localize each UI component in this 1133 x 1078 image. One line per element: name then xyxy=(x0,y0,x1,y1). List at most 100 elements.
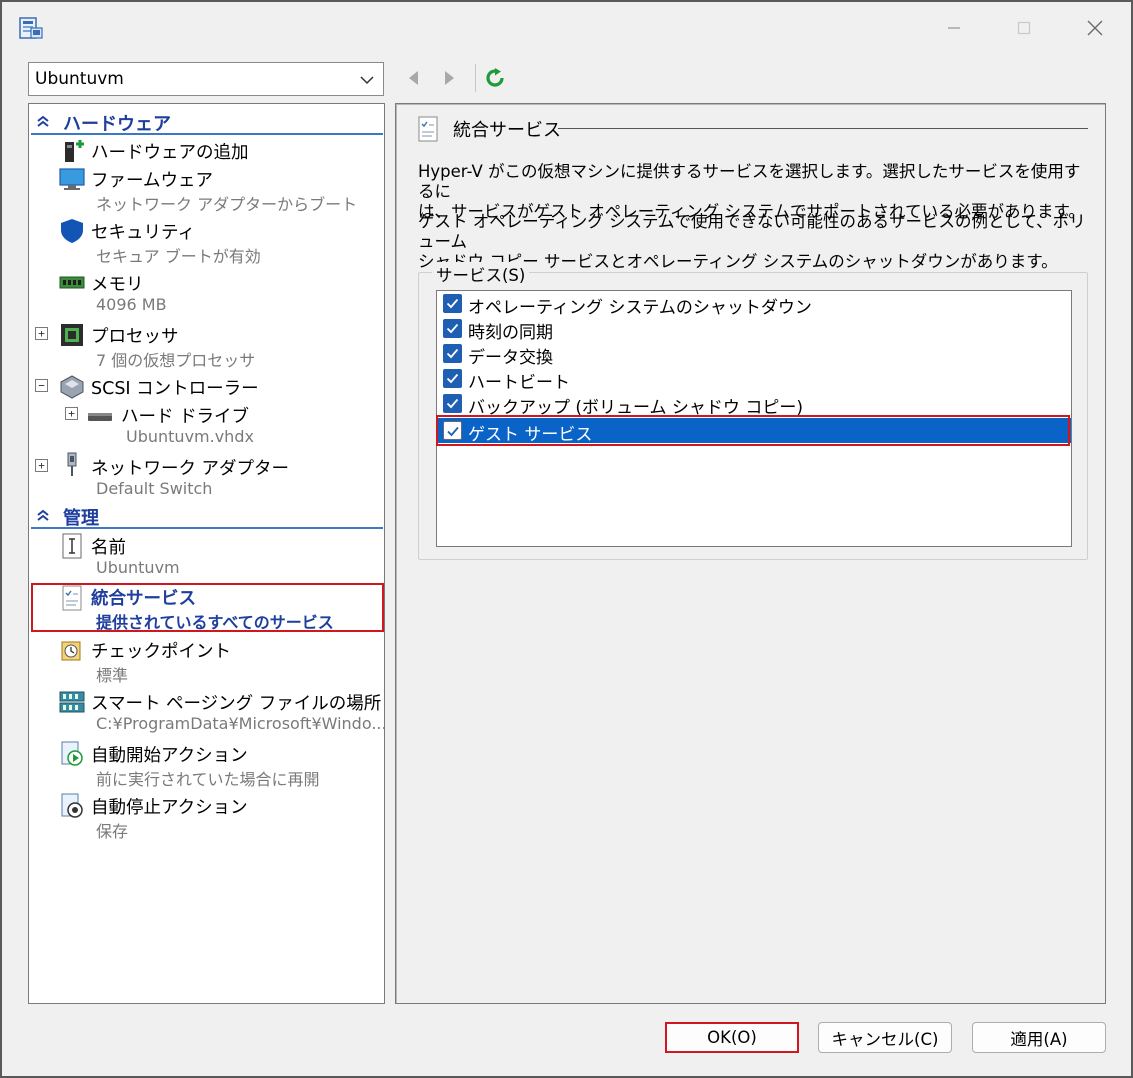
cancel-button[interactable]: キャンセル(C) xyxy=(818,1022,952,1053)
refresh-button[interactable] xyxy=(482,64,508,92)
tree-item-smart-paging[interactable]: スマート ページング ファイルの場所 C:¥ProgramData¥Micros… xyxy=(29,687,387,737)
collapse-toggle[interactable]: − xyxy=(35,379,48,392)
minimize-icon xyxy=(948,27,960,29)
category-hardware[interactable]: ハードウェア xyxy=(31,107,383,135)
auto-stop-icon xyxy=(61,793,83,818)
checkmark-icon xyxy=(446,398,459,409)
services-label: サービス(S) xyxy=(432,262,530,286)
tree-item-title: スマート ページング ファイルの場所 xyxy=(91,694,382,714)
service-checkbox[interactable] xyxy=(443,394,462,413)
tree-item-title: チェックポイント xyxy=(91,642,231,662)
vm-selector-value: Ubuntuvm xyxy=(35,69,124,89)
tree-item-subtitle: セキュア ブートが有効 xyxy=(96,247,261,266)
tree-item-subtitle: 保存 xyxy=(96,822,129,841)
ok-button-label: OK(O) xyxy=(707,1028,757,1047)
service-checkbox[interactable] xyxy=(443,344,462,363)
tree-item-title: 自動停止アクション xyxy=(91,798,248,818)
expand-toggle[interactable]: + xyxy=(35,459,48,472)
processor-icon xyxy=(61,324,83,346)
tree-item-hard-drive[interactable]: + ハード ドライブ Ubuntuvm.vhdx xyxy=(29,400,383,450)
tree-item-title: SCSI コントローラー xyxy=(91,379,259,399)
tree-item-title: ハードウェアの追加 xyxy=(91,143,249,163)
tree-item-subtitle: 標準 xyxy=(96,666,129,685)
highlight-box xyxy=(436,415,1070,446)
apply-button[interactable]: 適用(A) xyxy=(972,1022,1106,1053)
tree-item-title: セキュリティ xyxy=(91,223,195,243)
service-checkbox[interactable] xyxy=(443,319,462,338)
refresh-icon xyxy=(486,68,504,87)
service-label: データ交換 xyxy=(468,348,553,368)
network-adapter-icon xyxy=(67,452,77,476)
tree-item-subtitle: 7 個の仮想プロセッサ xyxy=(96,351,256,370)
back-button[interactable] xyxy=(401,64,427,92)
tree-item-title: ファームウェア xyxy=(91,171,213,191)
tree-item-name[interactable]: 名前 Ubuntuvm xyxy=(29,531,383,581)
title-bar xyxy=(2,2,1131,54)
tree-item-auto-stop[interactable]: 自動停止アクション 保存 xyxy=(29,791,383,841)
service-item-heartbeat[interactable]: ハートビート xyxy=(437,366,1071,393)
collapse-chevron-icon xyxy=(37,115,49,127)
tree-item-memory[interactable]: メモリ 4096 MB xyxy=(29,268,383,318)
checkmark-icon xyxy=(446,348,459,359)
checkmark-icon xyxy=(446,323,459,334)
tree-item-processor[interactable]: + プロセッサ 7 個の仮想プロセッサ xyxy=(29,320,383,370)
tree-item-subtitle: 前に実行されていた場合に再開 xyxy=(96,770,320,789)
tree-item-title: 自動開始アクション xyxy=(91,746,248,766)
service-item-backup[interactable]: バックアップ (ボリューム シャドウ コピー) xyxy=(437,391,1071,418)
expand-toggle[interactable]: + xyxy=(35,327,48,340)
tree-item-checkpoint[interactable]: チェックポイント 標準 xyxy=(29,635,383,685)
cancel-button-label: キャンセル(C) xyxy=(831,1029,939,1049)
vm-settings-window: Ubuntuvm ハードウェア ハードウェアの追加 ファームウェア ネットワーク… xyxy=(0,0,1133,1078)
hard-drive-icon xyxy=(88,413,112,421)
service-item-shutdown[interactable]: オペレーティング システムのシャットダウン xyxy=(437,291,1071,318)
service-checkbox[interactable] xyxy=(443,369,462,388)
forward-button[interactable] xyxy=(436,64,462,92)
tree-item-auto-start[interactable]: 自動開始アクション 前に実行されていた場合に再開 xyxy=(29,739,383,789)
tree-item-title: メモリ xyxy=(91,275,144,295)
memory-icon xyxy=(59,276,85,289)
chevron-down-icon xyxy=(360,76,374,85)
maximize-button[interactable] xyxy=(1004,10,1044,46)
tree-item-security[interactable]: セキュリティ セキュア ブートが有効 xyxy=(29,216,383,266)
vm-selector-dropdown[interactable]: Ubuntuvm xyxy=(28,62,384,96)
name-icon xyxy=(62,533,82,559)
category-management[interactable]: 管理 xyxy=(31,501,383,529)
minimize-button[interactable] xyxy=(934,10,974,46)
ok-button[interactable]: OK(O) xyxy=(665,1022,799,1053)
page-title: 統合サービス xyxy=(453,120,561,141)
tree-item-firmware[interactable]: ファームウェア ネットワーク アダプターからブート xyxy=(29,164,383,214)
tree-item-add-hardware[interactable]: ハードウェアの追加 xyxy=(29,136,383,164)
description-1-line-1: Hyper-V がこの仮想マシンに提供するサービスを選択します。選択したサービス… xyxy=(418,162,1081,201)
smart-paging-icon xyxy=(59,691,85,713)
expand-toggle[interactable]: + xyxy=(65,407,78,420)
add-hardware-icon xyxy=(65,140,84,162)
checkmark-icon xyxy=(446,373,459,384)
checkmark-icon xyxy=(446,298,459,309)
service-item-time-sync[interactable]: 時刻の同期 xyxy=(437,316,1071,343)
apply-button-label: 適用(A) xyxy=(1010,1029,1068,1049)
close-icon xyxy=(1087,20,1103,36)
category-management-label: 管理 xyxy=(63,508,99,529)
tree-item-subtitle: 4096 MB xyxy=(96,295,167,314)
tree-item-title: 名前 xyxy=(91,538,126,558)
tree-item-title: ネットワーク アダプター xyxy=(91,459,290,479)
tree-item-subtitle: Default Switch xyxy=(96,479,213,498)
highlight-box xyxy=(31,583,384,632)
tree-item-subtitle: C:¥ProgramData¥Microsoft¥Windo... xyxy=(96,714,387,733)
tree-item-network-adapter[interactable]: + ネットワーク アダプター Default Switch xyxy=(29,452,383,502)
vm-settings-app-icon xyxy=(19,17,43,39)
tree-item-scsi-controller[interactable]: − SCSI コントローラー xyxy=(29,372,383,400)
arrow-right-icon xyxy=(445,71,454,85)
checkpoint-icon xyxy=(61,641,81,661)
tree-item-subtitle: ネットワーク アダプターからブート xyxy=(96,195,358,214)
title-divider xyxy=(558,128,1088,129)
service-checkbox[interactable] xyxy=(443,294,462,313)
tree-item-subtitle: Ubuntuvm xyxy=(96,558,180,577)
integration-services-icon xyxy=(418,116,438,142)
tree-item-subtitle: Ubuntuvm.vhdx xyxy=(126,427,254,446)
service-label: ハートビート xyxy=(468,373,570,393)
shield-icon xyxy=(61,219,83,243)
tree-item-title: ハード ドライブ xyxy=(121,407,250,427)
close-button[interactable] xyxy=(1075,10,1115,46)
service-item-data-exchange[interactable]: データ交換 xyxy=(437,341,1071,368)
